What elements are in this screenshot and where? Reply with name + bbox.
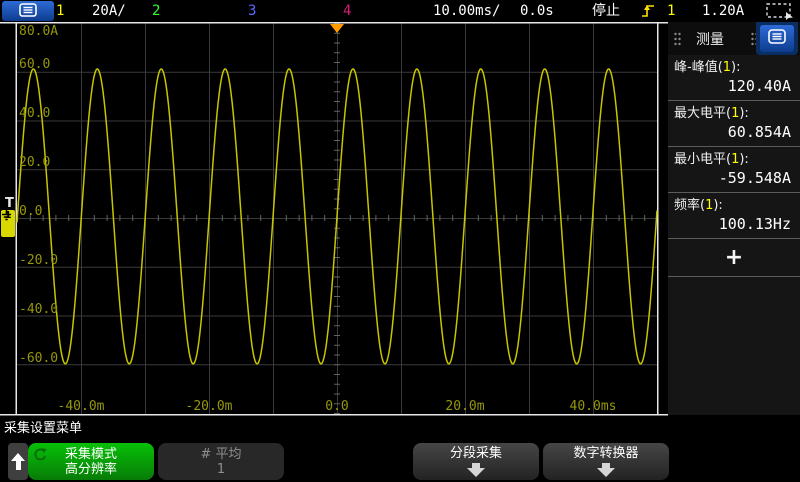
measurement-label: 最小电平(1): [668, 151, 800, 168]
digitizer-button[interactable]: 数字转换器 [543, 443, 669, 480]
panel-menu-tab [756, 22, 798, 55]
back-button[interactable] [8, 443, 28, 480]
delay-readout[interactable]: 0.0s [520, 2, 554, 20]
rising-edge-trigger-icon [641, 3, 656, 23]
measurement-item-vmax[interactable]: 最大电平(1): 60.854A [668, 101, 800, 147]
measurement-item-vpp[interactable]: 峰-峰值(1): 120.40A [668, 55, 800, 101]
measurement-label: 最大电平(1): [668, 105, 800, 122]
channel-2-indicator[interactable]: 2 [152, 2, 160, 20]
measurement-value: 100.13Hz [668, 214, 800, 235]
cycle-arrow-icon [33, 447, 48, 467]
digitizer-label: 数字转换器 [573, 446, 638, 461]
trigger-position-marker[interactable] [330, 24, 344, 33]
top-status-bar: 1 20A/ 2 3 4 10.00ms/ 0.0s 停止 1 1.20A [0, 0, 800, 22]
hamburger-menu-icon [19, 2, 37, 21]
average-label: # 平均 [200, 447, 241, 462]
average-value: 1 [217, 462, 225, 477]
trigger-level-marker[interactable]: T [5, 196, 14, 211]
trigger-level-readout[interactable]: 1.20A [702, 2, 744, 20]
channel-1-ground-marker[interactable]: 1 [1, 210, 15, 237]
trigger-source-indicator[interactable]: 1 [667, 2, 675, 20]
down-arrow-icon [467, 461, 485, 477]
measurement-item-frequency[interactable]: 频率(1): 100.13Hz [668, 193, 800, 239]
waveform-display: T 1 80.0A60.040.020.00.0-20.0-40.0-60.0-… [0, 22, 668, 416]
drag-dots-icon [673, 31, 682, 47]
measurement-label: 峰-峰值(1): [668, 59, 800, 76]
measurement-panel-header[interactable]: 测量 [668, 22, 800, 55]
channel-4-indicator[interactable]: 4 [343, 2, 351, 20]
segmented-label: 分段采集 [450, 446, 502, 461]
acq-mode-button[interactable]: 采集模式 高分辨率 [28, 443, 154, 480]
panel-title: 测量 [696, 29, 724, 49]
timebase-readout[interactable]: 10.00ms/ [433, 2, 500, 20]
up-arrow-icon [11, 453, 25, 470]
average-count-button[interactable]: # 平均 1 [158, 443, 284, 480]
measurement-value: 60.854A [668, 122, 800, 143]
down-arrow-icon [597, 461, 615, 477]
softkey-menu-bar: 采集设置菜单 采集模式 高分辨率 # 平均 1 分段采集 数字转换器 [0, 416, 800, 482]
acq-mode-label: 采集模式 [65, 447, 117, 462]
graticule-and-trace [0, 22, 668, 416]
menu-title: 采集设置菜单 [4, 417, 82, 436]
run-state-label: 停止 [592, 2, 620, 20]
oscilloscope-screen: 1 20A/ 2 3 4 10.00ms/ 0.0s 停止 1 1.20A T … [0, 0, 800, 482]
measurement-panel: 测量 峰-峰值(1): 120.40A 最大电平(1): 60.854A 最小电… [668, 22, 800, 415]
channel-1-indicator[interactable]: 1 [56, 2, 64, 20]
add-measurement-button[interactable]: + [668, 239, 800, 277]
hamburger-menu-icon [768, 29, 786, 48]
measurement-value: -59.548A [668, 168, 800, 189]
panel-menu-button[interactable] [760, 25, 794, 52]
channel-1-scale[interactable]: 20A/ [92, 2, 126, 20]
measurement-label: 频率(1): [668, 197, 800, 214]
segmented-acquisition-button[interactable]: 分段采集 [413, 443, 539, 480]
main-menu-button[interactable] [2, 1, 54, 21]
measurement-item-vmin[interactable]: 最小电平(1): -59.548A [668, 147, 800, 193]
acq-mode-value: 高分辨率 [65, 462, 117, 477]
channel-3-indicator[interactable]: 3 [248, 2, 256, 20]
measurement-value: 120.40A [668, 76, 800, 97]
